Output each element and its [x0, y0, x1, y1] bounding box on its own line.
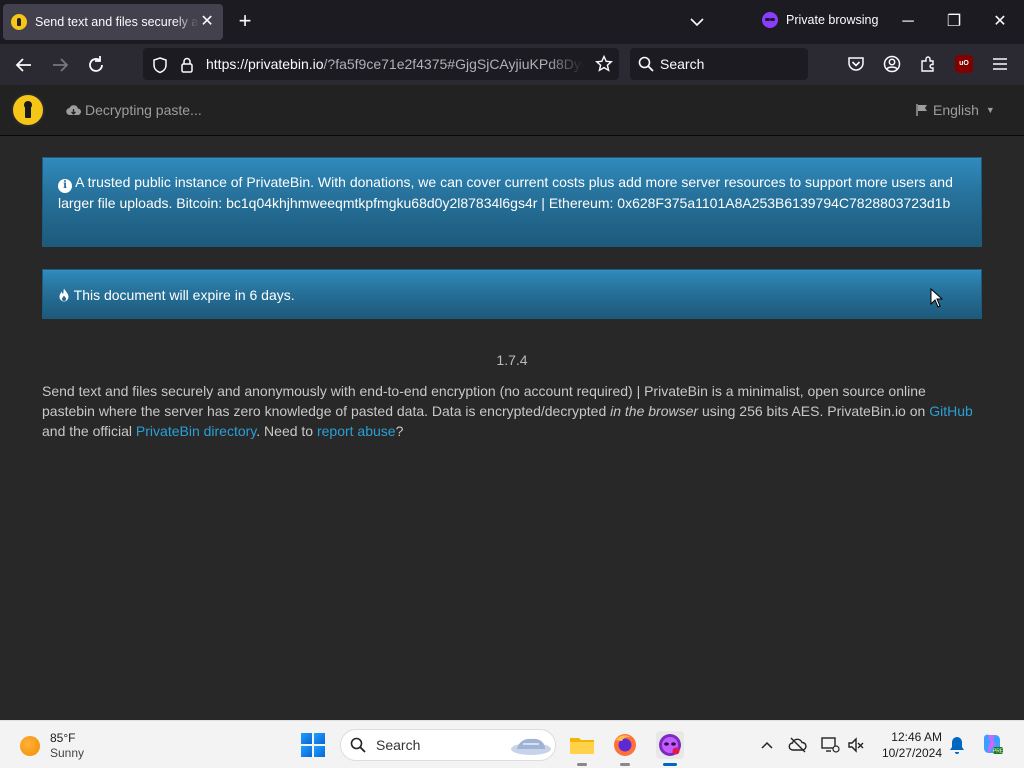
caret-down-icon: ▼ [985, 105, 995, 115]
taskbar-indicator [620, 763, 630, 766]
sun-icon [20, 736, 40, 756]
mouse-cursor-icon [930, 288, 944, 308]
taskbar-search[interactable]: Search [340, 729, 556, 761]
hamburger-menu-icon[interactable] [991, 55, 1009, 73]
system-clock[interactable]: 12:46 AM 10/27/2024 [874, 729, 942, 761]
search-box[interactable] [630, 48, 808, 80]
search-highlight-icon [511, 738, 551, 755]
network-icon[interactable] [820, 735, 840, 755]
ublock-origin-icon[interactable]: uO [955, 55, 973, 73]
page-footer: Send text and files securely and anonymo… [42, 381, 982, 441]
forward-arrow-icon[interactable] [49, 54, 71, 76]
footer-text: and the official [42, 423, 136, 439]
notification-bell-icon[interactable] [948, 735, 966, 755]
info-alert: i A trusted public instance of PrivateBi… [42, 157, 982, 247]
footer-italic: in the browser [610, 403, 699, 419]
taskbar-search-label: Search [376, 737, 421, 753]
restore-button[interactable]: ❐ [944, 12, 964, 32]
tab-close-button[interactable]: ✕ [199, 14, 215, 30]
tracking-protection-shield-icon[interactable] [151, 56, 169, 74]
footer-text: ? [395, 423, 404, 439]
private-browsing-indicator: Private browsing [762, 12, 878, 28]
firefox-icon [614, 734, 636, 756]
firefox-taskbar-button[interactable] [611, 731, 639, 766]
weather-widget[interactable]: 85°F Sunny [20, 731, 84, 761]
expiration-alert-text: This document will expire in 6 days. [73, 287, 295, 303]
url-host: https://privatebin.io [206, 56, 324, 72]
footer-text: . Need to [256, 423, 317, 439]
windows-taskbar: 85°F Sunny Search 12:46 AM 10/27/2024 PR… [0, 720, 1024, 768]
weather-condition: Sunny [50, 746, 85, 760]
privatebin-logo-icon[interactable] [11, 93, 45, 127]
back-arrow-icon[interactable] [13, 54, 35, 76]
extensions-puzzle-icon[interactable] [919, 55, 937, 73]
browser-tab[interactable]: Send text and files securely and anonymo… [3, 4, 223, 40]
status-text: Decrypting paste... [85, 102, 202, 118]
navigation-toolbar: https://privatebin.io/?fa5f9ce71e2f4375#… [0, 44, 1024, 85]
firefox-private-taskbar-button[interactable] [656, 731, 684, 766]
onedrive-offline-icon[interactable] [788, 735, 808, 755]
url-text[interactable]: https://privatebin.io/?fa5f9ce71e2f4375#… [206, 56, 584, 72]
fire-icon [59, 288, 69, 302]
tab-title: Send text and files securely and anonymo… [35, 15, 199, 29]
bookmark-star-icon[interactable] [595, 55, 613, 73]
volume-muted-icon[interactable] [846, 735, 866, 755]
privatebin-directory-link[interactable]: PrivateBin directory [136, 423, 256, 439]
minimize-button[interactable]: ─ [898, 12, 918, 32]
report-abuse-link[interactable]: report abuse [317, 423, 396, 439]
reload-icon[interactable] [85, 54, 107, 76]
private-browsing-label: Private browsing [786, 13, 879, 27]
clock-time: 12:46 AM [891, 730, 942, 744]
taskbar-indicator [663, 763, 677, 766]
new-tab-button[interactable]: + [234, 10, 256, 32]
footer-text: using 256 bits AES. PrivateBin.io on [698, 403, 930, 419]
svg-text:PRE: PRE [993, 749, 1004, 755]
copilot-icon[interactable]: PRE [980, 732, 1004, 756]
privatebin-favicon-icon [11, 14, 27, 30]
address-bar[interactable]: https://privatebin.io/?fa5f9ce71e2f4375#… [143, 48, 619, 80]
language-label: English [933, 102, 979, 118]
privatebin-navbar: Decrypting paste... English ▼ [0, 85, 1024, 136]
loading-status: Decrypting paste... [66, 102, 202, 118]
lock-icon[interactable] [179, 56, 195, 74]
url-path: /?fa5f9ce71e2f4375#GjgSjCAyjiuKPd8Dyw [323, 56, 584, 72]
flag-icon [916, 104, 927, 116]
list-all-tabs-icon[interactable] [688, 13, 706, 31]
private-mask-icon [762, 12, 778, 28]
close-window-button[interactable]: ✕ [990, 12, 1010, 32]
weather-temperature: 85°F [50, 731, 76, 745]
expiration-alert: This document will expire in 6 days. [42, 269, 982, 319]
cloud-download-icon [66, 104, 81, 115]
search-icon [350, 737, 366, 753]
info-alert-text: A trusted public instance of PrivateBin.… [58, 174, 953, 211]
taskbar-indicator [577, 763, 587, 766]
file-explorer-taskbar-button[interactable] [568, 731, 596, 766]
info-circle-icon: i [58, 179, 72, 193]
search-icon [638, 56, 654, 72]
folder-icon [570, 738, 594, 754]
clock-date: 10/27/2024 [881, 746, 942, 760]
github-link[interactable]: GitHub [929, 403, 973, 419]
windows-start-icon[interactable] [301, 733, 325, 757]
tab-strip: Send text and files securely and anonymo… [0, 0, 1024, 44]
language-selector[interactable]: English ▼ [915, 102, 995, 118]
firefox-private-icon [659, 734, 681, 756]
search-input[interactable] [660, 56, 800, 72]
pocket-icon[interactable] [847, 55, 865, 73]
account-icon[interactable] [883, 55, 901, 73]
version-number: 1.7.4 [496, 352, 528, 368]
show-hidden-icons-chevron-icon[interactable] [757, 735, 777, 755]
